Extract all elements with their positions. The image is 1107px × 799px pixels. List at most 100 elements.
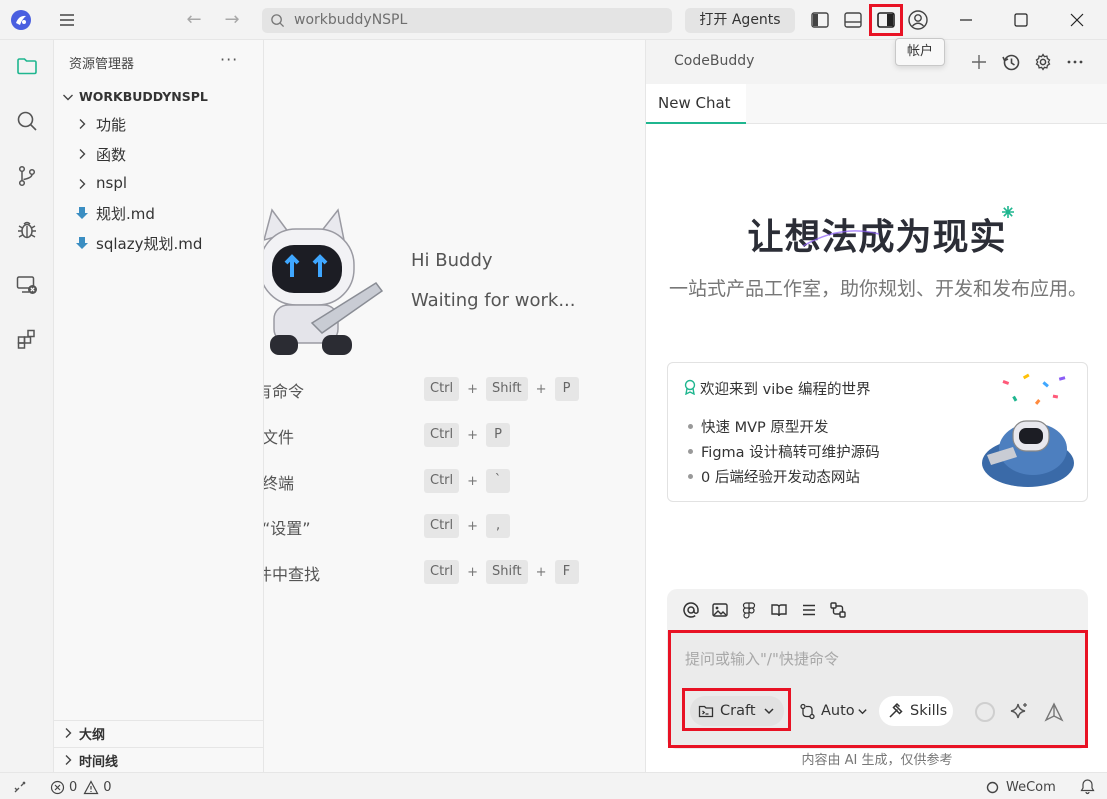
plus-icon[interactable]: [969, 52, 989, 72]
account-icon[interactable]: [906, 8, 930, 32]
chevron-right-icon: [79, 179, 86, 189]
search-sidebar-icon[interactable]: [15, 109, 39, 133]
minimize-icon[interactable]: [956, 10, 976, 30]
skills-label: Skills: [910, 703, 948, 719]
account-tooltip: 帐户: [895, 38, 945, 66]
robot-mascot-icon: [264, 208, 384, 355]
waiting-text: Waiting for work...: [411, 290, 576, 311]
tree-item-folder[interactable]: 函数: [74, 141, 259, 167]
tree-item-folder[interactable]: 功能: [74, 111, 259, 137]
key-cap: Ctrl: [424, 469, 460, 493]
source-control-icon[interactable]: [15, 164, 39, 188]
shortcut-row[interactable]: 在文件中查找 Ctrl + Shift + F: [264, 559, 645, 585]
greeting-text: Hi Buddy: [411, 250, 493, 271]
shortcut-row[interactable]: 切换终端 Ctrl + `: [264, 468, 645, 494]
gear-icon[interactable]: [1033, 52, 1053, 72]
model-select-button[interactable]: Auto: [797, 696, 873, 726]
toggle-primary-sidebar-icon[interactable]: [808, 8, 832, 32]
wecom-status[interactable]: WeCom: [986, 778, 1056, 796]
remote-explorer-icon[interactable]: [15, 273, 39, 297]
toggle-panel-icon[interactable]: [841, 8, 865, 32]
shortcut-label: 在文件中查找: [264, 565, 321, 584]
key-cap: P: [554, 377, 579, 401]
chevron-right-icon: [65, 755, 72, 765]
tree-item-label: 功能: [96, 116, 127, 134]
key-cap: `: [486, 469, 511, 493]
forward-arrow-icon[interactable]: →: [222, 10, 242, 30]
explorer-title: 资源管理器: [69, 57, 135, 72]
model-label: Auto: [821, 703, 855, 719]
image-upload-icon[interactable]: [711, 601, 729, 619]
key-combo: Ctrl + ,: [424, 513, 511, 539]
more-options-icon[interactable]: [1065, 52, 1085, 72]
mode-select-button[interactable]: Craft: [690, 696, 784, 726]
key-cap: Ctrl: [424, 514, 460, 538]
shortcut-label: 打开文件: [264, 428, 295, 447]
activity-bar: [0, 40, 54, 772]
warning-icon: [83, 779, 99, 794]
sparkle-enhance-icon[interactable]: [1008, 701, 1030, 723]
chevron-right-icon: [79, 149, 86, 159]
skills-button[interactable]: Skills: [879, 696, 953, 726]
extensions-icon[interactable]: [15, 327, 39, 351]
outline-section[interactable]: 大纲: [54, 720, 264, 744]
key-cap: Ctrl: [424, 423, 460, 447]
tree-item-folder[interactable]: nspl: [74, 171, 259, 197]
tree-item-file[interactable]: sqlazy规划.md: [74, 230, 259, 256]
menu-icon[interactable]: [57, 10, 77, 30]
welcome-card[interactable]: 欢迎来到 vibe 编程的世界 快速 MVP 原型开发 Figma 设计稿转可维…: [667, 362, 1088, 502]
back-arrow-icon[interactable]: ←: [184, 10, 204, 30]
explorer-icon[interactable]: [15, 54, 39, 78]
list-icon[interactable]: [800, 601, 818, 619]
open-agents-button[interactable]: 打开 Agents: [685, 8, 795, 33]
status-circle-icon: [986, 781, 999, 793]
key-cap: Ctrl: [424, 560, 460, 584]
folder-terminal-icon: [698, 705, 714, 718]
figma-icon[interactable]: [740, 601, 758, 619]
tree-item-label: 规划.md: [96, 205, 155, 223]
bell-icon[interactable]: [1079, 778, 1096, 795]
timeline-section[interactable]: 时间线: [54, 747, 264, 771]
problems-indicator[interactable]: 0 0: [50, 778, 112, 796]
shortcut-row[interactable]: 所有命令 Ctrl + Shift + P: [264, 376, 645, 402]
chat-input-box: 提问或输入"/"快捷命令 Craft Auto Skills: [667, 589, 1088, 749]
search-text: workbuddyNSPL: [294, 12, 408, 28]
explorer-more-button[interactable]: ···: [220, 50, 238, 69]
app-logo-icon: [11, 10, 31, 30]
error-icon: [50, 780, 65, 794]
key-combo: Ctrl + `: [424, 468, 511, 494]
hero-accent-icon: [802, 230, 880, 247]
toggle-secondary-sidebar-icon[interactable]: [874, 8, 898, 32]
send-icon[interactable]: [1043, 701, 1065, 723]
title-bar: ← → workbuddyNSPL 打开 Agents: [0, 0, 1107, 40]
tree-item-label: sqlazy规划.md: [96, 235, 203, 253]
tab-new-chat[interactable]: New Chat: [646, 84, 746, 124]
workflow-icon[interactable]: [829, 601, 847, 619]
markdown-file-icon: [76, 237, 88, 249]
chat-prompt-input[interactable]: 提问或输入"/"快捷命令: [685, 648, 839, 669]
close-icon[interactable]: [1067, 10, 1087, 30]
codebuddy-panel: CodeBuddy New Chat 让想法成为现实 一站式产品工作室，助你规划…: [645, 40, 1107, 772]
run-debug-icon[interactable]: [15, 218, 39, 242]
card-bullet: 快速 MVP 原型开发: [688, 416, 828, 437]
chevron-down-icon: [764, 708, 774, 715]
history-icon[interactable]: [1001, 52, 1021, 72]
card-bullet: Figma 设计稿转可维护源码: [688, 441, 880, 462]
search-icon: [271, 14, 285, 28]
key-cap: ,: [486, 514, 511, 538]
key-cap: Ctrl: [424, 377, 460, 401]
at-mention-icon[interactable]: [682, 601, 700, 619]
context-usage-icon[interactable]: [974, 701, 996, 723]
sparkle-icon: [1002, 206, 1014, 218]
ai-disclaimer: 内容由 AI 生成，仅供参考: [801, 753, 953, 768]
shortcut-row[interactable]: 打开文件 Ctrl + P: [264, 422, 645, 448]
explorer-sidebar: 资源管理器 ··· WORKBUDDYNSPL 功能 函数 nspl 规划.md…: [54, 40, 264, 772]
book-icon[interactable]: [770, 601, 788, 619]
command-center-search[interactable]: workbuddyNSPL: [262, 8, 672, 33]
tree-item-file[interactable]: 规划.md: [74, 200, 259, 226]
tree-item-label: nspl: [96, 174, 128, 192]
remote-indicator-icon[interactable]: [12, 779, 28, 795]
shortcut-row[interactable]: 打开“设置” Ctrl + ,: [264, 513, 645, 539]
maximize-icon[interactable]: [1011, 10, 1031, 30]
robot-beanbag-illustration-icon: [982, 373, 1074, 487]
